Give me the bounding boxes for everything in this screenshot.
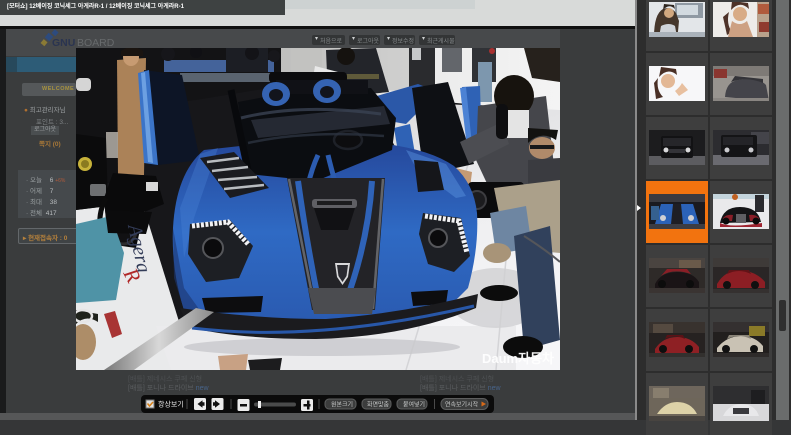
svg-text:붙여넣기: 붙여넣기 xyxy=(403,401,425,409)
svg-text:로그아웃: 로그아웃 xyxy=(357,37,380,45)
svg-text:정보수정: 정보수정 xyxy=(392,38,414,45)
svg-text:화면맞춤: 화면맞춤 xyxy=(367,401,390,409)
svg-text:연속보기시작: 연속보기시작 xyxy=(445,401,479,409)
svg-text:최근게시물: 최근게시물 xyxy=(427,37,455,45)
svg-text:항상보기: 항상보기 xyxy=(158,400,184,409)
svg-text:GNU: GNU xyxy=(52,37,75,49)
svg-text:처음으로: 처음으로 xyxy=(320,37,343,45)
svg-text:Daum자동차: Daum자동차 xyxy=(482,351,554,366)
svg-text:원본크기: 원본크기 xyxy=(331,401,353,409)
